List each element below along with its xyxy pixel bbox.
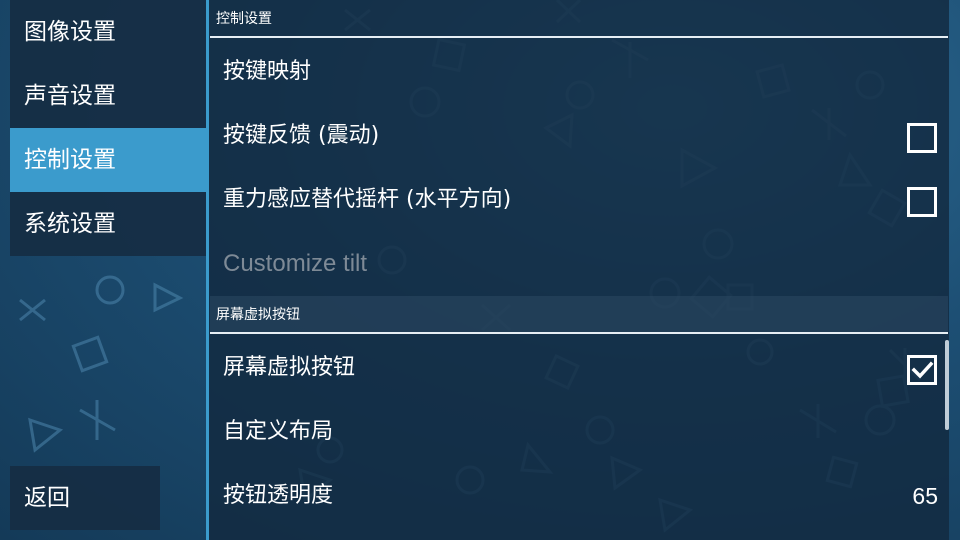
touch-controls-row[interactable]: 屏幕虚拟按钮 bbox=[210, 336, 948, 400]
button-opacity-value: 65 bbox=[912, 483, 938, 509]
haptic-feedback-checkbox[interactable] bbox=[907, 123, 937, 153]
sidebar-item-label: 系统设置 bbox=[24, 211, 116, 237]
panel-divider bbox=[206, 0, 209, 540]
customize-tilt-row: Customize tilt bbox=[210, 232, 948, 296]
sidebar-item-label: 声音设置 bbox=[24, 83, 116, 109]
row-label: 按键映射 bbox=[223, 59, 312, 84]
key-mapping-row[interactable]: 按键映射 bbox=[210, 40, 948, 104]
touch-controls-checkbox[interactable] bbox=[907, 355, 937, 385]
scrollbar[interactable] bbox=[945, 340, 949, 430]
checkmark-icon bbox=[911, 361, 934, 379]
sidebar-item-system[interactable]: 系统设置 bbox=[10, 192, 208, 256]
haptic-feedback-row[interactable]: 按键反馈 (震动) bbox=[210, 104, 948, 168]
custom-layout-row[interactable]: 自定义布局 bbox=[210, 400, 948, 464]
tilt-analog-checkbox[interactable] bbox=[907, 187, 937, 217]
section-header-touch-controls: 屏幕虚拟按钮 bbox=[210, 296, 948, 334]
sidebar-item-audio[interactable]: 声音设置 bbox=[10, 64, 208, 128]
button-opacity-row[interactable]: 按钮透明度 65 bbox=[210, 464, 948, 528]
row-label: 重力感应替代摇杆 (水平方向) bbox=[223, 187, 512, 212]
tilt-analog-row[interactable]: 重力感应替代摇杆 (水平方向) bbox=[210, 168, 948, 232]
row-label: 按钮透明度 bbox=[223, 483, 334, 508]
row-label: 按键反馈 (震动) bbox=[223, 123, 380, 148]
section-header-controls: 控制设置 bbox=[210, 0, 948, 38]
sidebar-item-graphics[interactable]: 图像设置 bbox=[10, 0, 208, 64]
sidebar-item-controls[interactable]: 控制设置 bbox=[10, 128, 208, 192]
row-label: 自定义布局 bbox=[223, 419, 334, 444]
back-button-label: 返回 bbox=[24, 485, 70, 511]
row-label: 屏幕虚拟按钮 bbox=[223, 355, 356, 380]
sidebar-item-label: 图像设置 bbox=[24, 19, 116, 45]
row-label: Customize tilt bbox=[223, 250, 368, 277]
sidebar-item-label: 控制设置 bbox=[24, 147, 116, 173]
back-button[interactable]: 返回 bbox=[10, 466, 160, 530]
